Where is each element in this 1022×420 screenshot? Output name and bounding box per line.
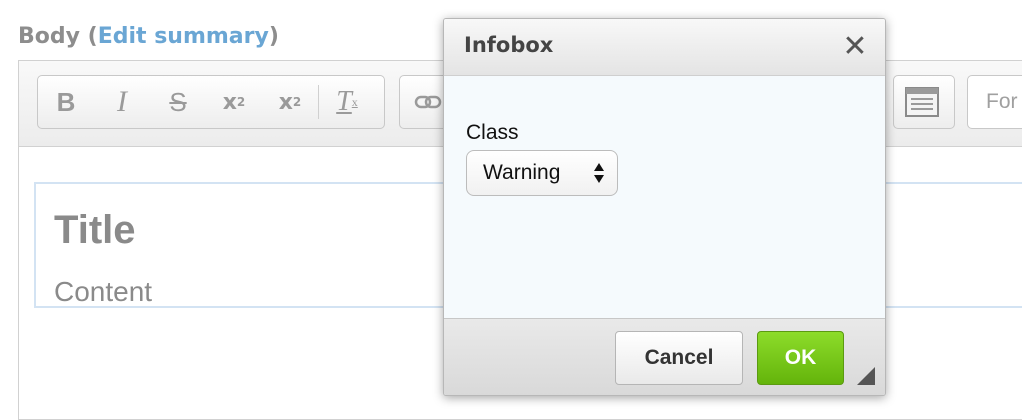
class-select[interactable]: Warning (466, 150, 618, 196)
select-updown-icon (594, 163, 604, 183)
close-icon[interactable]: ✕ (841, 32, 869, 62)
dialog-title: Infobox (464, 33, 554, 57)
link-icon (414, 95, 442, 109)
subscript-x: x (278, 89, 293, 115)
template-button[interactable] (894, 76, 950, 128)
superscript-button[interactable]: x2 (206, 76, 262, 128)
cancel-button[interactable]: Cancel (615, 331, 743, 385)
subscript-mark: 2 (292, 95, 302, 109)
superscript-x: x (222, 89, 237, 115)
class-select-value: Warning (483, 161, 561, 184)
dialog-header[interactable]: Infobox ✕ (444, 19, 885, 76)
paren-close: ) (268, 24, 279, 49)
edit-summary-link[interactable]: Edit summary (98, 24, 269, 49)
remove-format-x: x (351, 94, 358, 109)
field-label-text: Body (18, 24, 80, 49)
italic-button[interactable]: I (94, 76, 150, 128)
remove-format-t: T (336, 86, 352, 117)
template-icon (905, 87, 939, 117)
infobox-title[interactable]: Title (54, 208, 136, 253)
field-label: Body (Edit summary) (18, 24, 279, 49)
paren-open: ( (79, 24, 98, 49)
ok-button[interactable]: OK (757, 331, 844, 385)
superscript-mark: 2 (236, 95, 246, 109)
remove-format-button[interactable]: Tx (319, 76, 375, 128)
bold-button[interactable]: B (38, 76, 94, 128)
strikethrough-button[interactable]: S (150, 76, 206, 128)
format-dropdown[interactable]: For (967, 75, 1022, 129)
dialog-footer: Cancel OK (444, 318, 885, 395)
infobox-dialog: Infobox ✕ Class Warning Cancel OK (443, 18, 886, 396)
basic-styles-group: B I S x2 x2 Tx (37, 75, 385, 129)
resize-handle-icon[interactable] (857, 367, 875, 385)
class-label: Class (466, 121, 519, 144)
subscript-button[interactable]: x2 (262, 76, 318, 128)
infobox-content[interactable]: Content (54, 276, 152, 308)
template-group (893, 75, 955, 129)
